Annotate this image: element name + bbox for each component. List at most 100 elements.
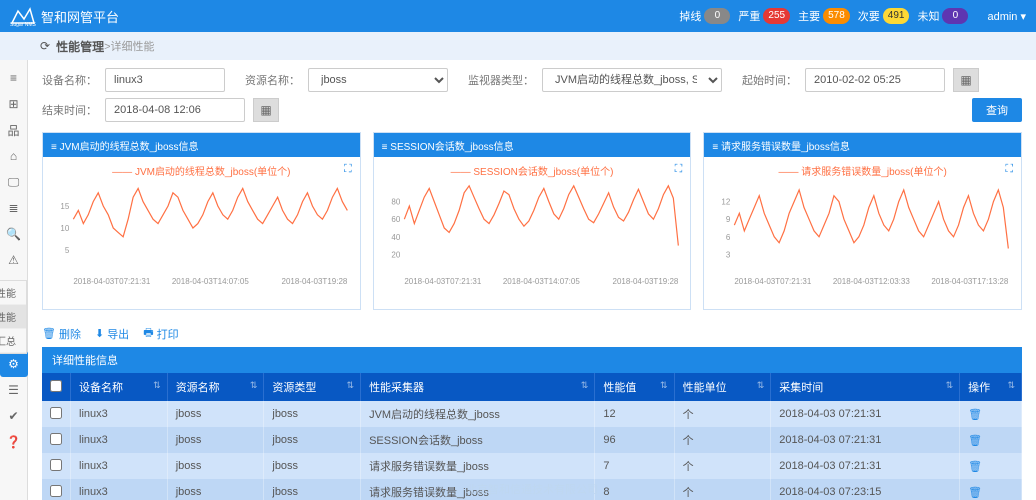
svg-text:2018-04-03T19:28: 2018-04-03T19:28 [282,277,348,286]
chart-title: ≡ 请求服务错误数量_jboss信息 [704,133,1021,157]
svg-text:2018-04-03T19:28: 2018-04-03T19:28 [612,277,678,286]
svg-text:2018-04-03T14:07:05: 2018-04-03T14:07:05 [503,277,581,286]
col-header[interactable] [42,373,71,401]
row-checkbox[interactable] [50,485,62,497]
chart-legend: JVM启动的线程总数_jboss(单位个) [49,163,354,178]
logo: Sugar NMS 智和网管平台 [10,5,119,27]
end-label: 结束时间： [42,102,97,118]
col-header[interactable]: 设备名称⇅ [71,373,168,401]
chart-card: ≡ SESSION会话数_jboss信息 SESSION会话数_jboss(单位个… [373,132,692,310]
user-menu[interactable]: admin ▾ [987,10,1026,23]
svg-text:Sugar NMS: Sugar NMS [10,22,36,27]
export-button[interactable]: ⬇ 导出 [95,324,129,343]
sidebar-icon-1[interactable]: ⊞ [0,91,28,117]
col-header[interactable]: 性能单位⇅ [674,373,771,401]
svg-text:2018-04-03T07:21:31: 2018-04-03T07:21:31 [735,277,813,286]
expand-icon[interactable]: ⛶ [344,163,352,176]
svg-text:40: 40 [391,233,400,242]
query-button[interactable]: 查询 [972,98,1022,122]
end-calendar-icon[interactable]: ▦ [253,98,279,122]
svg-text:3: 3 [726,250,731,259]
col-header[interactable]: 性能采集器⇅ [361,373,595,401]
sidebar-icon-4[interactable]: 🖵 [0,169,28,195]
sub-sidebar-item[interactable]: 实时性能 [0,281,26,305]
col-header[interactable]: 操作⇅ [960,373,1022,401]
status-主要[interactable]: 主要578 [798,8,850,24]
expand-icon[interactable]: ⛶ [675,163,683,176]
chart-legend: SESSION会话数_jboss(单位个) [380,163,685,178]
table-row[interactable]: linux3jbossjboss请求服务错误数量_jboss7个2018-04-… [42,453,1022,479]
device-label: 设备名称： [42,72,97,88]
col-header[interactable]: 资源名称⇅ [167,373,264,401]
delete-row-icon[interactable]: 🗑 [968,435,982,447]
sidebar-icon-2[interactable]: 品 [0,117,28,143]
sidebar-icon-3[interactable]: ⌂ [0,143,28,169]
delete-button[interactable]: 🗑 删除 [42,324,81,343]
end-input[interactable] [105,98,245,122]
table-row[interactable]: linux3jbossjboss请求服务错误数量_jboss8个2018-04-… [42,479,1022,500]
data-table: 设备名称⇅资源名称⇅资源类型⇅性能采集器⇅性能值⇅性能单位⇅采集时间⇅操作⇅ l… [42,373,1022,500]
status-次要[interactable]: 次要491 [858,8,910,24]
col-header[interactable]: 采集时间⇅ [771,373,960,401]
start-input[interactable] [805,68,945,92]
row-checkbox[interactable] [50,407,62,419]
svg-text:2018-04-03T17:13:28: 2018-04-03T17:13:28 [932,277,1010,286]
status-badges: 掉线0 严重255 主要578 次要491 未知0 [675,8,972,24]
start-label: 起始时间： [742,72,797,88]
print-button[interactable]: 🖶 打印 [143,324,178,343]
sub-sidebar-item[interactable]: 详细性能 [0,305,26,329]
resource-label: 资源名称： [245,72,300,88]
sidebar-icon-14[interactable]: ❓ [0,429,28,455]
delete-row-icon[interactable]: 🗑 [968,487,982,499]
col-header[interactable]: 性能值⇅ [595,373,674,401]
row-checkbox[interactable] [50,459,62,471]
device-input[interactable] [105,68,225,92]
sub-sidebar-item[interactable]: 性能汇总 [0,329,26,353]
status-未知[interactable]: 未知0 [917,8,968,24]
svg-text:6: 6 [726,233,731,242]
svg-text:80: 80 [391,198,400,207]
sidebar-icon-0[interactable]: ≡ [0,65,28,91]
resource-select[interactable]: jboss [308,68,448,92]
topbar: Sugar NMS 智和网管平台 掉线0 严重255 主要578 次要491 未知0 a… [0,0,1036,32]
sidebar-icon-6[interactable]: 🔍 [0,221,28,247]
chart-legend: 请求服务错误数量_jboss(单位个) [710,163,1015,178]
svg-text:60: 60 [391,215,400,224]
sidebar-icon-13[interactable]: ✔ [0,403,28,429]
status-严重[interactable]: 严重255 [738,8,790,24]
sidebar-icon-5[interactable]: ≣ [0,195,28,221]
status-掉线[interactable]: 掉线0 [679,8,730,24]
delete-row-icon[interactable]: 🗑 [968,461,982,473]
start-calendar-icon[interactable]: ▦ [953,68,979,92]
brand-text: 智和网管平台 [41,7,119,26]
delete-row-icon[interactable]: 🗑 [968,409,982,421]
montype-label: 监视器类型： [468,72,534,88]
table-title: 详细性能信息 [42,347,1022,373]
chart-card: ≡ 请求服务错误数量_jboss信息请求服务错误数量_jboss(单位个)⛶ 3 6… [703,132,1022,310]
col-header[interactable]: 资源类型⇅ [264,373,361,401]
row-checkbox[interactable] [50,433,62,445]
svg-text:12: 12 [722,198,731,207]
sidebar-icon-12[interactable]: ☰ [0,377,28,403]
montype-select[interactable]: JVM启动的线程总数_jboss, SE... [542,68,722,92]
table-row[interactable]: linux3jbossjbossSESSION会话数_jboss96个2018-… [42,427,1022,453]
svg-text:9: 9 [726,215,731,224]
expand-icon[interactable]: ⛶ [1005,163,1013,176]
breadcrumb: ⟳ 性能管理 >详细性能 [0,32,1036,60]
svg-text:20: 20 [391,250,400,259]
chart-title: ≡ JVM启动的线程总数_jboss信息 [43,133,360,157]
main-content: 设备名称： 资源名称： jboss 监视器类型： JVM启动的线程总数_jbos… [28,60,1036,500]
select-all-checkbox[interactable] [50,380,62,392]
sub-sidebar: 实时性能详细性能性能汇总 [0,280,27,354]
chart-title: ≡ SESSION会话数_jboss信息 [374,133,691,157]
svg-text:2018-04-03T12:03:33: 2018-04-03T12:03:33 [833,277,911,286]
charts-row: ≡ JVM启动的线程总数_jboss信息 JVM启动的线程总数_jboss(单位个… [42,132,1022,310]
svg-text:2018-04-03T07:21:31: 2018-04-03T07:21:31 [73,277,151,286]
sidebar-icon-7[interactable]: ⚠ [0,247,28,273]
sidebar: ≡⊞品⌂🖵≣🔍⚠✎🔧⛨⚙☰✔❓实时性能详细性能性能汇总 [0,60,28,500]
chart-svg: 510152018-04-03T07:21:312018-04-03T14:07… [49,180,354,300]
filter-bar: 设备名称： 资源名称： jboss 监视器类型： JVM启动的线程总数_jbos… [42,68,1022,92]
sidebar-icon-11[interactable]: ⚙ [0,351,28,377]
svg-text:2018-04-03T14:07:05: 2018-04-03T14:07:05 [172,277,250,286]
table-row[interactable]: linux3jbossjbossJVM启动的线程总数_jboss12个2018-… [42,401,1022,427]
